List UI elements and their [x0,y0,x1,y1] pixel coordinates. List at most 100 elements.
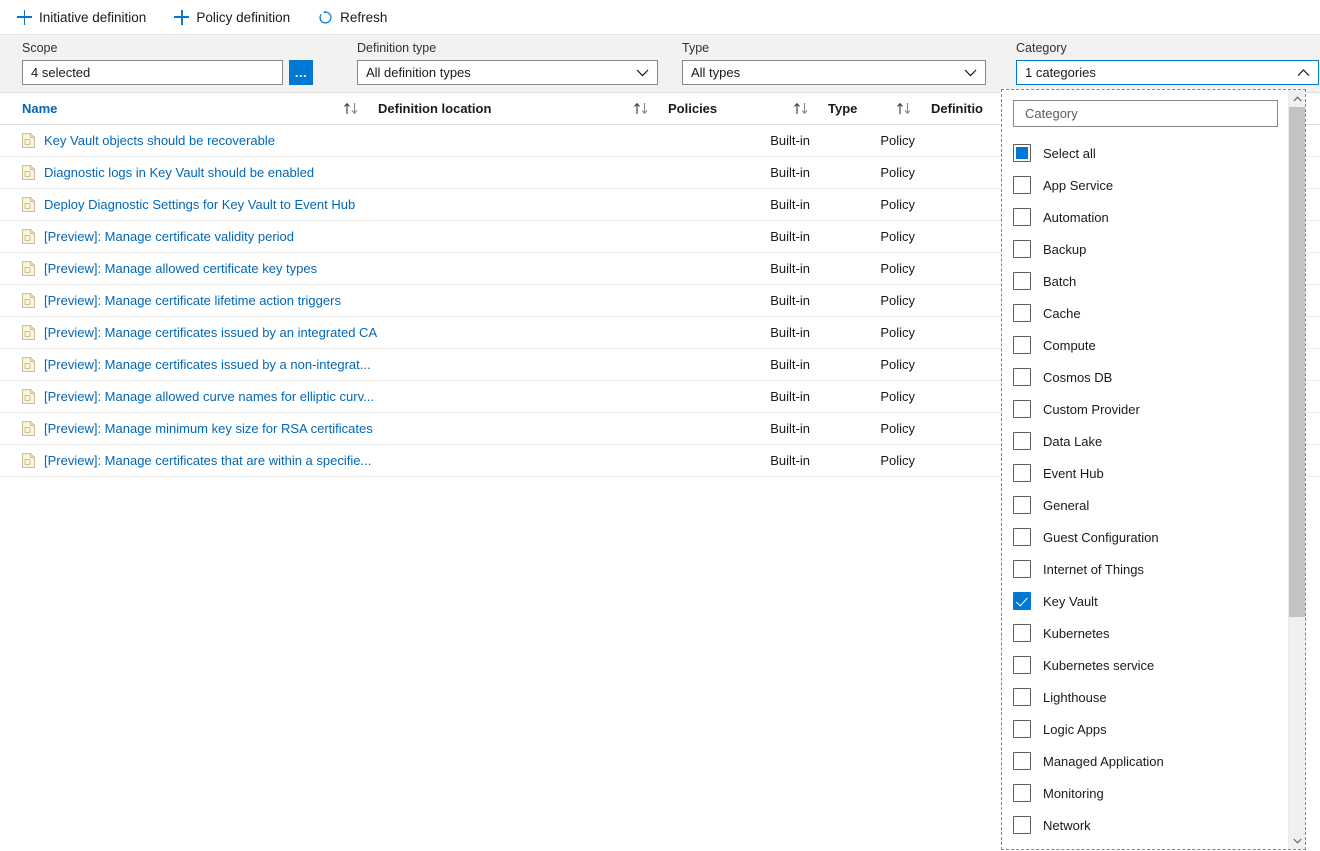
checkbox-icon[interactable] [1013,368,1031,386]
cell-name: [Preview]: Manage allowed certificate ke… [22,261,378,276]
category-option[interactable]: Cache [1002,297,1288,329]
scrollbar-thumb[interactable] [1289,107,1305,617]
checkbox-icon[interactable] [1013,144,1031,162]
checkbox-icon[interactable] [1013,560,1031,578]
category-option[interactable]: Kubernetes [1002,617,1288,649]
scope-browse-button[interactable]: ... [289,60,313,85]
policy-name-link[interactable]: [Preview]: Manage certificates issued by… [44,325,377,340]
policy-name-link[interactable]: [Preview]: Manage certificates that are … [44,453,371,468]
checkbox-icon[interactable] [1013,528,1031,546]
category-option[interactable]: Lighthouse [1002,681,1288,713]
checkbox-icon[interactable] [1013,688,1031,706]
refresh-button[interactable]: Refresh [315,2,390,32]
column-header-name[interactable]: Name [22,101,378,116]
category-option-label: General [1043,498,1089,513]
checkbox-icon[interactable] [1013,816,1031,834]
checkbox-icon[interactable] [1013,176,1031,194]
category-search-box[interactable] [1013,100,1278,127]
checkbox-icon[interactable] [1013,336,1031,354]
column-header-definition-location[interactable]: Definition location [378,101,668,116]
category-dropdown-panel: Select all App ServiceAutomationBackupBat… [1001,89,1306,850]
category-option-label: Select all [1043,146,1096,161]
category-option-label: Data Lake [1043,434,1102,449]
sort-icon[interactable] [793,102,810,115]
initiative-definition-button[interactable]: Initiative definition [14,2,149,32]
scope-input[interactable]: 4 selected [22,60,283,85]
initiative-definition-label: Initiative definition [39,10,146,25]
checkbox-icon[interactable] [1013,240,1031,258]
checkbox-icon[interactable] [1013,400,1031,418]
definition-type-select[interactable]: All definition types [357,60,658,85]
checkbox-icon[interactable] [1013,624,1031,642]
chevron-down-icon [963,66,977,80]
category-option[interactable]: Custom Provider [1002,393,1288,425]
scroll-down-button[interactable] [1289,832,1305,849]
cell-policies: Built-in [668,389,828,404]
plus-icon [17,10,32,25]
scroll-up-button[interactable] [1289,90,1305,107]
category-option[interactable]: Key Vault [1002,585,1288,617]
policy-document-icon [22,197,35,212]
cell-policies: Built-in [668,197,828,212]
checkbox-icon[interactable] [1013,432,1031,450]
category-search-input[interactable] [1023,105,1268,122]
category-option[interactable]: Automation [1002,201,1288,233]
category-option[interactable]: Batch [1002,265,1288,297]
policy-name-link[interactable]: Deploy Diagnostic Settings for Key Vault… [44,197,355,212]
sort-icon[interactable] [633,102,650,115]
policy-name-link[interactable]: [Preview]: Manage minimum key size for R… [44,421,373,436]
checkbox-icon[interactable] [1013,784,1031,802]
cell-type: Policy [828,325,931,340]
policy-name-link[interactable]: [Preview]: Manage allowed curve names fo… [44,389,374,404]
category-option[interactable]: Guest Configuration [1002,521,1288,553]
chevron-down-icon [635,66,649,80]
policy-name-link[interactable]: [Preview]: Manage certificate validity p… [44,229,294,244]
category-option[interactable]: Monitoring [1002,777,1288,809]
category-option[interactable]: Compute [1002,329,1288,361]
category-option[interactable]: Internet of Things [1002,553,1288,585]
category-option-label: Lighthouse [1043,690,1107,705]
column-header-policies[interactable]: Policies [668,101,828,116]
policy-definition-button[interactable]: Policy definition [171,2,293,32]
policy-name-link[interactable]: [Preview]: Manage certificates issued by… [44,357,371,372]
category-option-label: Managed Application [1043,754,1164,769]
checkbox-icon[interactable] [1013,656,1031,674]
category-option-label: Guest Configuration [1043,530,1159,545]
checkbox-icon[interactable] [1013,752,1031,770]
category-option[interactable]: Data Lake [1002,425,1288,457]
column-header-type[interactable]: Type [828,101,931,116]
category-option[interactable]: Managed Application [1002,745,1288,777]
checkbox-icon[interactable] [1013,304,1031,322]
policy-document-icon [22,293,35,308]
column-header-policies-label: Policies [668,101,793,116]
category-dropdown-scrollbar[interactable] [1288,90,1305,849]
cell-name: [Preview]: Manage certificate validity p… [22,229,378,244]
category-select[interactable]: 1 categories [1016,60,1319,85]
policy-name-link[interactable]: [Preview]: Manage allowed certificate ke… [44,261,317,276]
category-option[interactable]: App Service [1002,169,1288,201]
checkbox-icon[interactable] [1013,592,1031,610]
sort-icon[interactable] [343,102,360,115]
category-option[interactable]: Cosmos DB [1002,361,1288,393]
policy-name-link[interactable]: [Preview]: Manage certificate lifetime a… [44,293,341,308]
category-option[interactable]: Event Hub [1002,457,1288,489]
chevron-up-icon [1296,66,1310,80]
checkbox-icon[interactable] [1013,272,1031,290]
checkbox-icon[interactable] [1013,496,1031,514]
category-option[interactable]: Logic Apps [1002,713,1288,745]
category-option[interactable]: Kubernetes service [1002,649,1288,681]
category-option[interactable]: General [1002,489,1288,521]
cell-name: Diagnostic logs in Key Vault should be e… [22,165,378,180]
checkbox-icon[interactable] [1013,720,1031,738]
policy-document-icon [22,165,35,180]
type-select[interactable]: All types [682,60,986,85]
policy-name-link[interactable]: Key Vault objects should be recoverable [44,133,275,148]
category-option[interactable]: Network [1002,809,1288,841]
policy-name-link[interactable]: Diagnostic logs in Key Vault should be e… [44,165,314,180]
category-option[interactable]: Select all [1002,137,1288,169]
checkbox-icon[interactable] [1013,464,1031,482]
sort-icon[interactable] [896,102,913,115]
checkbox-icon[interactable] [1013,208,1031,226]
category-option-label: Internet of Things [1043,562,1144,577]
category-option[interactable]: Backup [1002,233,1288,265]
